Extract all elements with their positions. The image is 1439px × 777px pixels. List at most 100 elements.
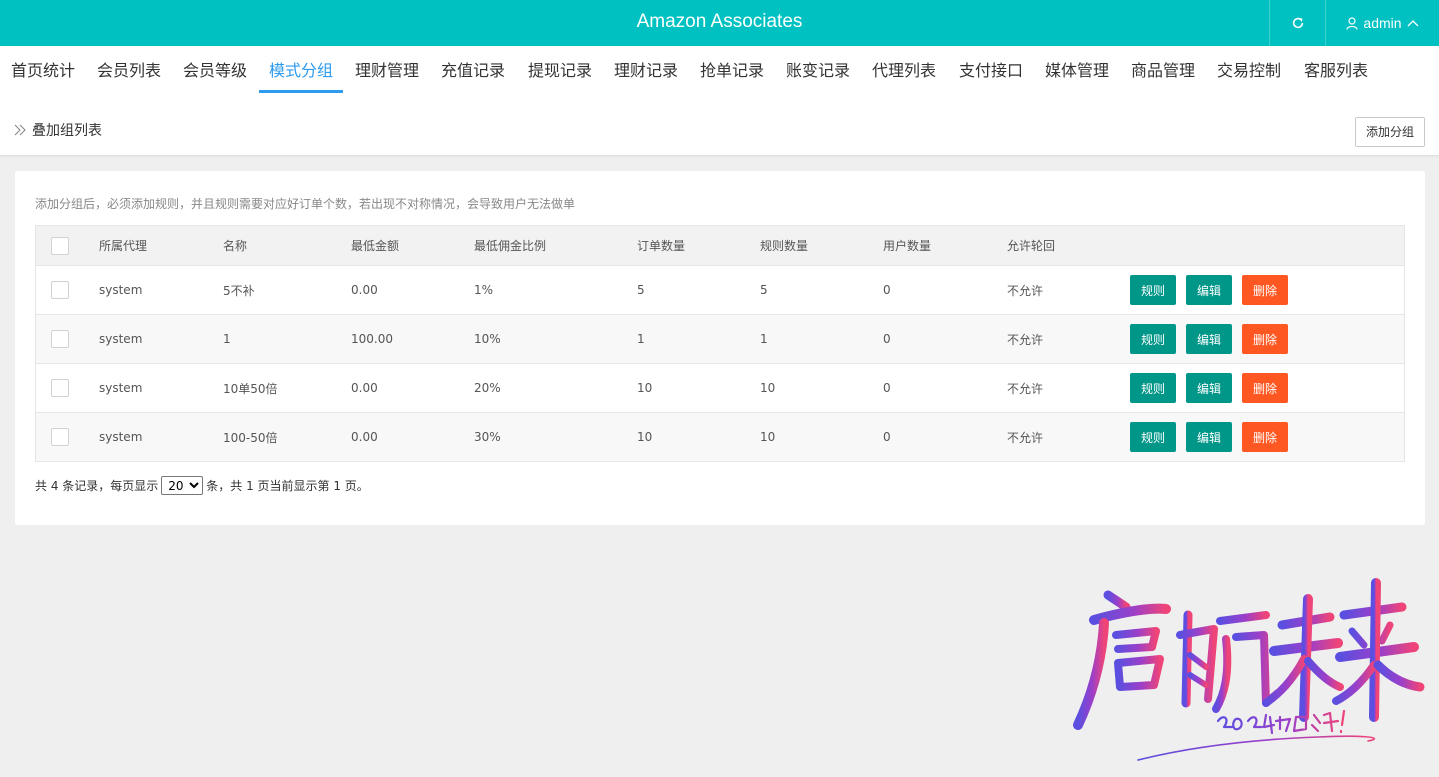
row-checkbox[interactable]: [51, 281, 69, 299]
user-menu[interactable]: admin: [1325, 0, 1439, 46]
cell-user-count: 0: [883, 332, 891, 346]
pager-prefix: 共 4 条记录，每页显示: [35, 479, 159, 493]
table-row: system 10单50倍 0.00 20% 10 10 0 不允许 规则 编辑 删除: [36, 363, 1404, 412]
header-rule-count: 规则数量: [760, 239, 809, 253]
refresh-icon: [1292, 17, 1303, 29]
nav-item-7[interactable]: 理财记录: [604, 46, 688, 93]
nav-item-3[interactable]: 模式分组: [259, 46, 344, 93]
header-name: 名称: [223, 239, 248, 253]
cell-allow-cycle: 不允许: [1007, 381, 1044, 396]
cell-order-count: 10: [637, 430, 653, 444]
page-size-select[interactable]: 20: [161, 476, 204, 495]
nav-item-6[interactable]: 提现记录: [518, 46, 602, 93]
cell-user-count: 0: [883, 430, 891, 444]
header-min-amount: 最低金额: [351, 239, 400, 253]
tip-text: 添加分组后，必须添加规则，并且规则需要对应好订单个数，若出现不对称情况，会导致用…: [35, 197, 576, 211]
cell-min-commission: 10%: [474, 332, 501, 346]
cell-user-count: 0: [883, 283, 891, 297]
nav-item-9[interactable]: 账变记录: [776, 46, 860, 93]
cell-agent: system: [99, 430, 143, 444]
rules-button[interactable]: 规则: [1130, 373, 1177, 403]
page-title: 叠加组列表: [32, 123, 102, 139]
delete-button[interactable]: 删除: [1242, 373, 1289, 403]
row-checkbox[interactable]: [51, 330, 69, 348]
breadcrumb: 叠加组列表: [14, 120, 102, 140]
row-actions: 规则 编辑 删除: [1130, 315, 1298, 363]
add-group-button[interactable]: 添加分组: [1355, 117, 1425, 147]
cell-min-commission: 20%: [474, 381, 501, 395]
nav-item-0[interactable]: 首页统计: [1, 46, 85, 93]
edit-button[interactable]: 编辑: [1186, 373, 1233, 403]
delete-button[interactable]: 删除: [1242, 324, 1289, 354]
cell-rule-count: 10: [760, 381, 776, 395]
cell-user-count: 0: [883, 381, 891, 395]
cell-rule-count: 1: [760, 332, 768, 346]
cell-min-commission: 30%: [474, 430, 501, 444]
cell-allow-cycle: 不允许: [1007, 332, 1044, 347]
table-row: system 100-50倍 0.00 30% 10 10 0 不允许 规则 编辑 删除: [36, 412, 1404, 461]
nav-item-11[interactable]: 支付接口: [949, 46, 1033, 93]
nav-item-1[interactable]: 会员列表: [87, 46, 171, 93]
cell-min-amount: 100.00: [351, 332, 393, 346]
header-order-count: 订单数量: [637, 239, 686, 253]
user-icon: [1346, 16, 1359, 30]
nav-item-2[interactable]: 会员等级: [173, 46, 257, 93]
content-card: 添加分组后，必须添加规则，并且规则需要对应好订单个数，若出现不对称情况，会导致用…: [15, 171, 1425, 525]
header-min-commission: 最低佣金比例: [474, 239, 547, 253]
cell-rule-count: 10: [760, 430, 776, 444]
refresh-button[interactable]: [1269, 0, 1325, 46]
edit-button[interactable]: 编辑: [1186, 422, 1233, 452]
cell-order-count: 10: [637, 381, 653, 395]
top-header: Amazon Associates admin: [0, 0, 1439, 46]
row-actions: 规则 编辑 删除: [1130, 364, 1298, 412]
double-chevron-right-icon: [14, 124, 26, 136]
cell-agent: system: [99, 381, 143, 395]
header-user-count: 用户数量: [883, 239, 932, 253]
cell-rule-count: 5: [760, 283, 768, 297]
header-agent: 所属代理: [99, 239, 148, 253]
edit-button[interactable]: 编辑: [1186, 324, 1233, 354]
cell-name: 1: [223, 332, 231, 346]
nav-item-5[interactable]: 充值记录: [431, 46, 515, 93]
cell-order-count: 5: [637, 283, 645, 297]
delete-button[interactable]: 删除: [1242, 275, 1289, 305]
nav-item-14[interactable]: 交易控制: [1207, 46, 1291, 93]
app-title: Amazon Associates: [636, 11, 803, 32]
username: admin: [1363, 15, 1402, 31]
watermark-logo: [1073, 578, 1425, 761]
main-nav: 首页统计 会员列表 会员等级 模式分组 理财管理 充值记录 提现记录 理财记录 抢单记录 账变记录…: [0, 46, 1439, 96]
nav-item-13[interactable]: 商品管理: [1121, 46, 1205, 93]
nav-item-12[interactable]: 媒体管理: [1035, 46, 1119, 93]
cell-min-amount: 0.00: [351, 381, 378, 395]
cell-agent: system: [99, 283, 143, 297]
header-allow-cycle: 允许轮回: [1007, 239, 1056, 253]
delete-button[interactable]: 删除: [1242, 422, 1289, 452]
cell-name: 100-50倍: [223, 430, 278, 445]
select-all-checkbox[interactable]: [51, 236, 69, 255]
cell-min-commission: 1%: [474, 283, 494, 297]
table-header: 所属代理 名称 最低金额 最低佣金比例 订单数量 规则数量 用户数量 允许轮回: [36, 226, 1404, 265]
row-checkbox[interactable]: [51, 379, 69, 397]
cell-allow-cycle: 不允许: [1007, 283, 1044, 298]
rules-button[interactable]: 规则: [1130, 275, 1177, 305]
rules-button[interactable]: 规则: [1130, 324, 1177, 354]
group-table: 所属代理 名称 最低金额 最低佣金比例 订单数量 规则数量 用户数量 允许轮回 …: [35, 225, 1405, 462]
pager-suffix: 条，共 1 页当前显示第 1 页。: [206, 479, 369, 493]
cell-allow-cycle: 不允许: [1007, 430, 1044, 445]
edit-button[interactable]: 编辑: [1186, 275, 1233, 305]
row-checkbox[interactable]: [51, 428, 69, 446]
breadcrumb-bar: 叠加组列表 添加分组: [0, 96, 1439, 156]
row-actions: 规则 编辑 删除: [1130, 266, 1298, 314]
nav-item-4[interactable]: 理财管理: [345, 46, 429, 93]
cell-min-amount: 0.00: [351, 283, 378, 297]
nav-item-15[interactable]: 客服列表: [1294, 46, 1378, 93]
rules-button[interactable]: 规则: [1130, 422, 1177, 452]
cell-min-amount: 0.00: [351, 430, 378, 444]
table-row: system 1 100.00 10% 1 1 0 不允许 规则 编辑 删除: [36, 314, 1404, 363]
pagination: 共 4 条记录，每页显示 20 条，共 1 页当前显示第 1 页。: [35, 476, 369, 495]
row-actions: 规则 编辑 删除: [1130, 413, 1298, 461]
cell-order-count: 1: [637, 332, 645, 346]
nav-item-8[interactable]: 抢单记录: [690, 46, 774, 93]
nav-item-10[interactable]: 代理列表: [862, 46, 946, 93]
cell-name: 5不补: [223, 283, 255, 298]
